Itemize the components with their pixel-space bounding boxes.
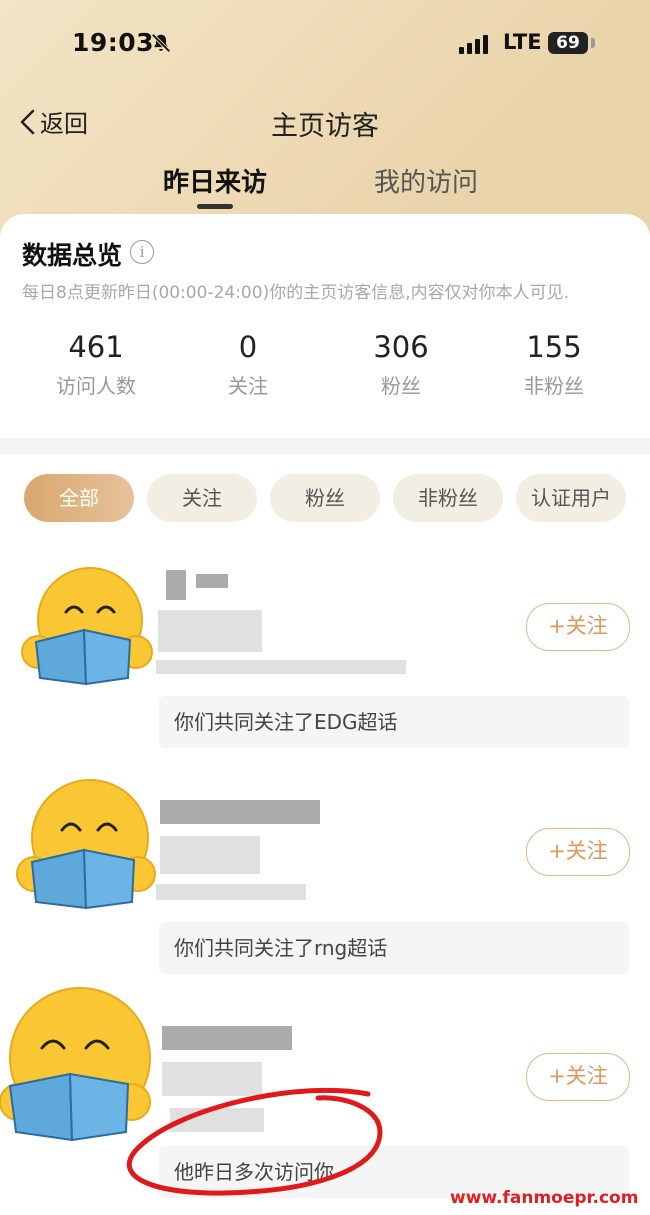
stat-label: 访问人数 [56,374,136,398]
tab-yesterday-visits[interactable]: 昨日来访 [163,162,267,199]
battery-icon: 69 [548,32,588,54]
watermark-text: www.fanmoepr.com [450,1188,639,1208]
signal-icon [459,34,488,54]
red-annotation-circle [126,1087,383,1196]
tab-my-visits[interactable]: 我的访问 [374,162,478,199]
stat-visitors: 461 访问人数 [26,330,166,399]
network-type: LTE [503,30,542,54]
bio-blurred [158,610,262,652]
follow-button[interactable]: +关注 [526,828,630,876]
overview-description: 每日8点更新昨日(00:00-24:00)你的主页访客信息,内容仅对你本人可见. [22,283,570,303]
avatar-reading-emoji-icon[interactable] [14,772,160,912]
stat-label: 非粉丝 [524,374,584,398]
stat-non-fans: 155 非粉丝 [484,330,624,399]
filter-chip-non-fans[interactable]: 非粉丝 [393,474,503,522]
overview-title: 数据总览 [22,241,123,270]
stat-following: 0 关注 [178,330,318,399]
stat-value: 155 [526,330,582,364]
tab-indicator [197,204,233,209]
filter-chip-verified[interactable]: 认证用户 [516,474,626,522]
stat-label: 粉丝 [381,374,421,398]
username-blurred [166,570,186,600]
stat-label: 关注 [228,374,268,398]
meta-blurred [156,884,306,900]
page-title: 主页访客 [271,111,379,142]
follow-button[interactable]: +关注 [526,1053,630,1101]
username-blurred [162,1026,292,1050]
follow-button[interactable]: +关注 [526,603,630,651]
stat-fans: 306 粉丝 [331,330,471,399]
info-icon[interactable]: i [130,240,154,264]
filter-chip-fans[interactable]: 粉丝 [270,474,380,522]
avatar-reading-emoji-icon[interactable] [18,560,158,690]
username-blurred [160,800,320,824]
filter-chip-following[interactable]: 关注 [147,474,257,522]
meta-blurred [156,660,406,674]
stat-value: 461 [68,330,124,364]
stat-value: 306 [373,330,429,364]
stat-value: 0 [238,330,258,364]
bio-blurred [160,836,260,874]
filter-chip-all[interactable]: 全部 [24,474,134,522]
username-blurred [196,574,228,588]
status-time: 19:03 [72,28,155,57]
visitor-reason: 你们共同关注了rng超话 [159,922,629,974]
section-divider [0,438,650,454]
battery-tip [591,38,595,48]
visitor-reason: 你们共同关注了EDG超话 [159,696,629,748]
bell-muted-icon [151,33,171,53]
